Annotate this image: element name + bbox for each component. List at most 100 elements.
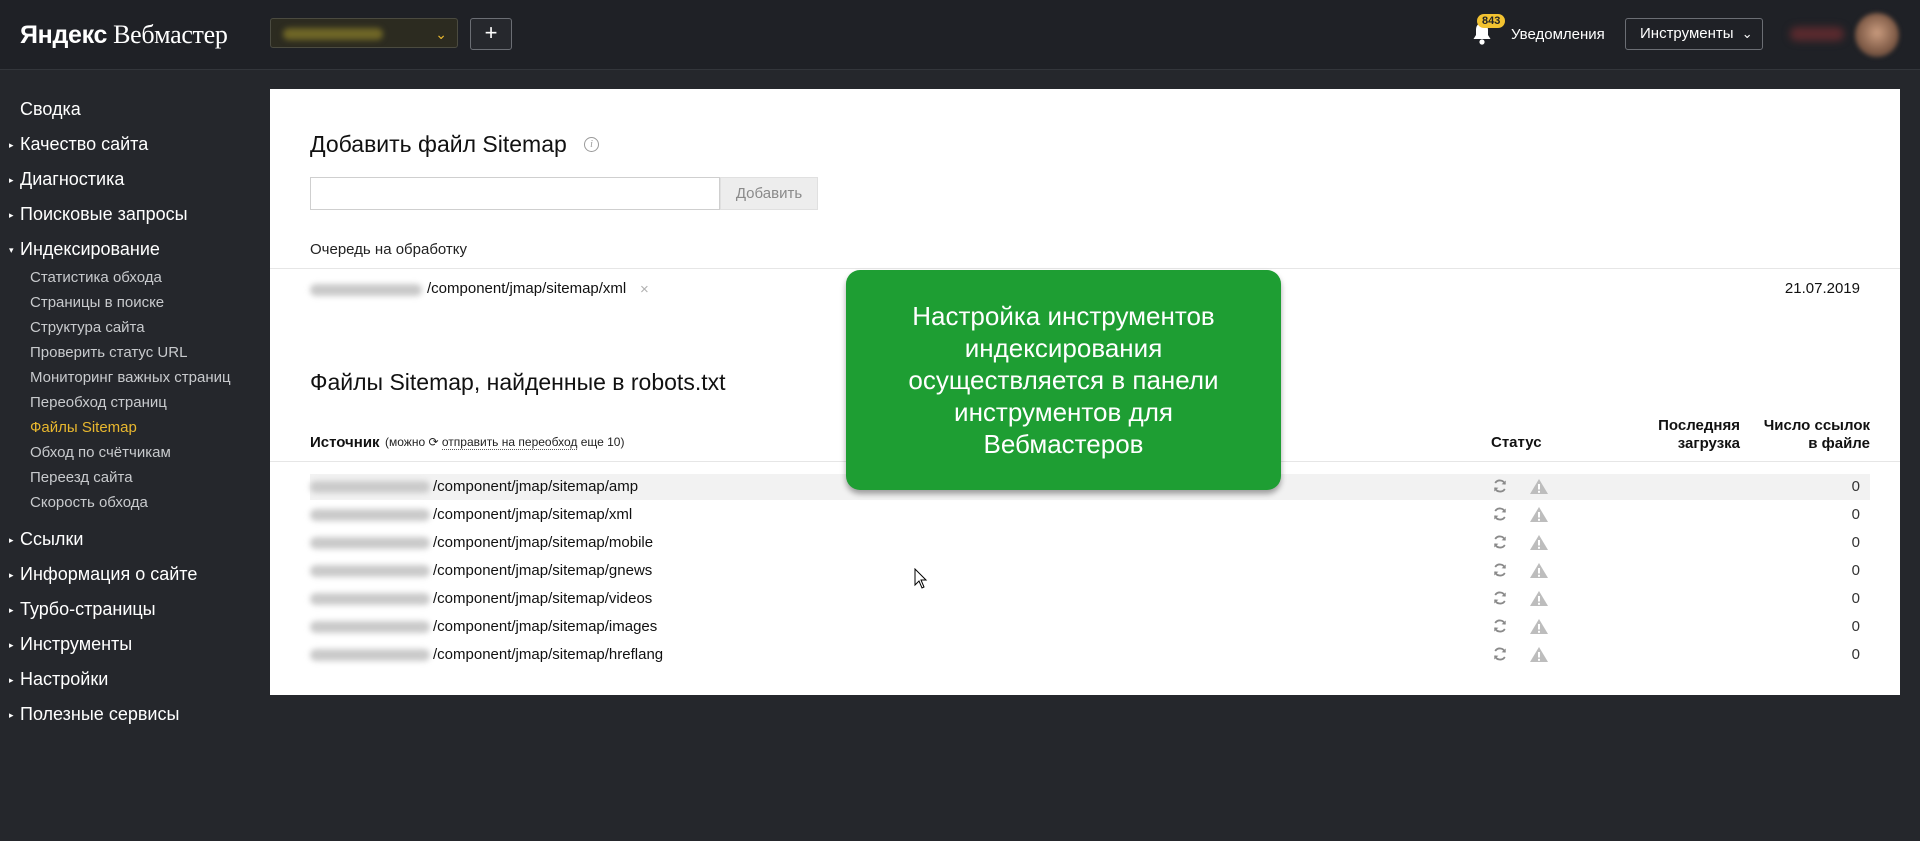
- yandex-webmaster-logo[interactable]: Яндекс Вебмастер: [20, 20, 228, 50]
- blurred-domain: [310, 284, 422, 296]
- mouse-cursor-icon: [914, 568, 928, 589]
- queue-item-date: 21.07.2019: [1784, 280, 1860, 297]
- close-icon[interactable]: ×: [640, 281, 649, 298]
- sidebar-item-turbo-pages[interactable]: ▸ Турбо-страницы: [9, 599, 156, 620]
- add-site-button[interactable]: +: [470, 18, 512, 50]
- triangle-right-icon: ▸: [9, 535, 14, 545]
- refresh-icon[interactable]: [1492, 534, 1508, 550]
- sidebar-subitem-crawl-stats[interactable]: Статистика обхода: [30, 269, 162, 286]
- info-icon[interactable]: i: [584, 137, 599, 152]
- table-row[interactable]: /component/jmap/sitemap/hreflang 0: [310, 642, 1870, 668]
- sidebar-subitem-check-url[interactable]: Проверить статус URL: [30, 344, 187, 361]
- triangle-right-icon: ▸: [9, 140, 14, 150]
- notifications-link[interactable]: Уведомления: [1511, 26, 1605, 43]
- user-name-blurred[interactable]: [1790, 27, 1844, 41]
- recrawl-note: (можно ⟳ отправить на переобход еще 10): [385, 435, 625, 450]
- link-count: 0: [1851, 590, 1860, 607]
- notifications-badge: 843: [1477, 14, 1506, 28]
- sidebar-subitem-pages-in-search[interactable]: Страницы в поиске: [30, 294, 164, 311]
- robots-sitemaps-title: Файлы Sitemap, найденные в robots.txt: [310, 369, 726, 395]
- tools-dropdown[interactable]: Инструменты ⌄: [1625, 18, 1763, 50]
- sidebar-item-site-info[interactable]: ▸ Информация о сайте: [9, 564, 197, 585]
- refresh-icon[interactable]: [1492, 590, 1508, 606]
- link-count: 0: [1851, 562, 1860, 579]
- sitemap-url[interactable]: /component/jmap/sitemap/hreflang: [433, 646, 663, 663]
- blurred-domain: [310, 621, 430, 633]
- warning-icon: [1530, 507, 1548, 522]
- link-count: 0: [1851, 646, 1860, 663]
- tools-label: Инструменты: [1640, 25, 1734, 42]
- warning-icon: [1530, 647, 1548, 662]
- sitemap-url[interactable]: /component/jmap/sitemap/amp: [433, 478, 638, 495]
- sidebar-item-links[interactable]: ▸ Ссылки: [9, 529, 83, 550]
- avatar[interactable]: [1855, 13, 1899, 57]
- callout-banner: Настройка инструментов индексирования ос…: [846, 270, 1281, 490]
- sitemap-url[interactable]: /component/jmap/sitemap/mobile: [433, 534, 653, 551]
- table-row[interactable]: /component/jmap/sitemap/videos 0: [310, 586, 1870, 612]
- sidebar-item-site-quality[interactable]: ▸ Качество сайта: [9, 134, 148, 155]
- table-row[interactable]: /component/jmap/sitemap/images 0: [310, 614, 1870, 640]
- sidebar-item-tools[interactable]: ▸ Инструменты: [9, 634, 132, 655]
- page-title: Добавить файл Sitemap: [310, 131, 567, 157]
- refresh-icon[interactable]: [1492, 506, 1508, 522]
- add-sitemap-button[interactable]: Добавить: [720, 177, 818, 210]
- triangle-right-icon: ▸: [9, 640, 14, 650]
- sitemap-url[interactable]: /component/jmap/sitemap/images: [433, 618, 657, 635]
- triangle-right-icon: ▸: [9, 210, 14, 220]
- sitemap-url[interactable]: /component/jmap/sitemap/xml: [433, 506, 632, 523]
- link-count: 0: [1851, 478, 1860, 495]
- sidebar-subitem-crawl-speed[interactable]: Скорость обхода: [30, 494, 148, 511]
- divider: [270, 268, 1900, 269]
- blurred-domain: [310, 537, 430, 549]
- sidebar-subitem-important-pages[interactable]: Мониторинг важных страниц: [30, 369, 231, 386]
- triangle-right-icon: ▸: [9, 570, 14, 580]
- site-selector[interactable]: ⌄: [270, 18, 458, 48]
- warning-icon: [1530, 563, 1548, 578]
- sidebar-item-indexing[interactable]: ▾ Индексирование: [9, 239, 160, 260]
- refresh-icon[interactable]: [1492, 646, 1508, 662]
- sitemap-url-input[interactable]: [310, 177, 720, 210]
- refresh-icon[interactable]: [1492, 478, 1508, 494]
- logo-product: Вебмастер: [113, 20, 228, 49]
- triangle-down-icon: ▾: [9, 245, 14, 255]
- sidebar-subitem-counter-crawl[interactable]: Обход по счётчикам: [30, 444, 171, 461]
- blurred-domain: [310, 593, 430, 605]
- sitemap-url[interactable]: /component/jmap/sitemap/gnews: [433, 562, 652, 579]
- sidebar-item-useful-services[interactable]: ▸ Полезные сервисы: [9, 704, 179, 725]
- triangle-right-icon: ▸: [9, 675, 14, 685]
- warning-icon: [1530, 535, 1548, 550]
- sidebar-subitem-site-structure[interactable]: Структура сайта: [30, 319, 145, 336]
- send-recrawl-link[interactable]: отправить на переобход: [441, 435, 578, 450]
- site-name-blurred: [283, 28, 383, 40]
- sitemap-url[interactable]: /component/jmap/sitemap/videos: [433, 590, 652, 607]
- warning-icon: [1530, 619, 1548, 634]
- sidebar-subitem-sitemap-files[interactable]: Файлы Sitemap: [30, 419, 137, 436]
- column-header-link-count: Число ссылок в файле: [1763, 417, 1870, 452]
- sidebar-subitem-recrawl[interactable]: Переобход страниц: [30, 394, 167, 411]
- blurred-domain: [310, 565, 430, 577]
- top-header: Яндекс Вебмастер ⌄ + 843 Уведомления Инст…: [0, 0, 1920, 70]
- triangle-right-icon: ▸: [9, 175, 14, 185]
- table-row[interactable]: /component/jmap/sitemap/xml 0: [310, 502, 1870, 528]
- link-count: 0: [1851, 534, 1860, 551]
- column-header-last-load: Последняя загрузка: [1658, 417, 1740, 452]
- sidebar-subitem-site-move[interactable]: Переезд сайта: [30, 469, 133, 486]
- link-count: 0: [1851, 618, 1860, 635]
- triangle-right-icon: ▸: [9, 710, 14, 720]
- sidebar-item-summary[interactable]: Сводка: [20, 99, 81, 120]
- blurred-domain: [310, 509, 430, 521]
- sidebar-item-settings[interactable]: ▸ Настройки: [9, 669, 108, 690]
- logo-brand: Яндекс: [20, 21, 108, 49]
- warning-icon: [1530, 591, 1548, 606]
- blurred-domain: [310, 481, 430, 493]
- refresh-icon[interactable]: [1492, 562, 1508, 578]
- table-row[interactable]: /component/jmap/sitemap/gnews 0: [310, 558, 1870, 584]
- sidebar-item-search-queries[interactable]: ▸ Поисковые запросы: [9, 204, 188, 225]
- chevron-down-icon: ⌄: [435, 26, 447, 42]
- queue-item-url: /component/jmap/sitemap/xml: [427, 280, 627, 297]
- refresh-icon[interactable]: [1492, 618, 1508, 634]
- table-row[interactable]: /component/jmap/sitemap/mobile 0: [310, 530, 1870, 556]
- sidebar-item-diagnostics[interactable]: ▸ Диагностика: [9, 169, 124, 190]
- chevron-down-icon: ⌄: [1741, 26, 1753, 41]
- link-count: 0: [1851, 506, 1860, 523]
